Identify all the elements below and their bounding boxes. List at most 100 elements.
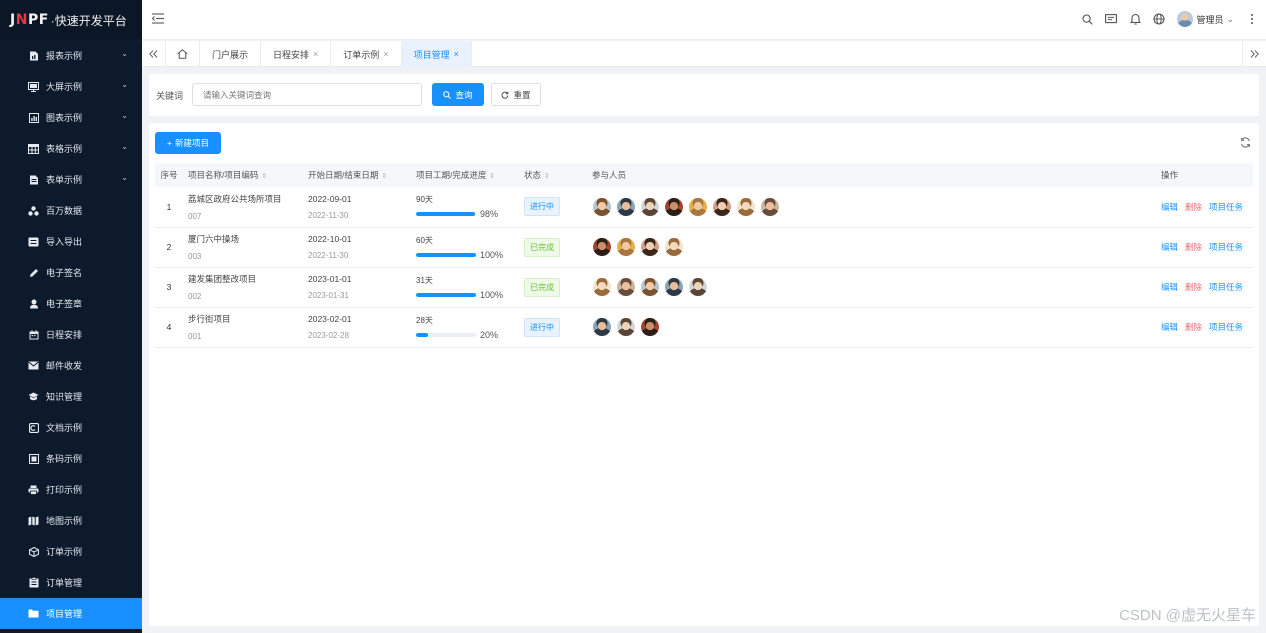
- participant-avatar[interactable]: [640, 277, 660, 297]
- edit-link[interactable]: 编辑: [1161, 321, 1178, 333]
- sidebar-item-15[interactable]: 打印示例: [0, 474, 142, 505]
- sort-icon[interactable]: ⇕: [261, 173, 267, 180]
- chevron-down-icon[interactable]: ⌄: [121, 49, 128, 58]
- participant-avatar[interactable]: [616, 237, 636, 257]
- participant-avatar[interactable]: [736, 196, 756, 217]
- column-header[interactable]: 状态 ⇕: [519, 163, 587, 187]
- project-task-link[interactable]: 项目任务: [1209, 281, 1243, 293]
- close-icon[interactable]: ×: [313, 49, 318, 59]
- more-vertical-icon[interactable]: [1246, 13, 1258, 25]
- delete-link[interactable]: 删除: [1185, 281, 1202, 293]
- participant-avatar[interactable]: [664, 196, 684, 217]
- sidebar-item-6[interactable]: 百万数据: [0, 195, 142, 226]
- edit-link[interactable]: 编辑: [1161, 201, 1178, 213]
- home-tab-icon[interactable]: [166, 41, 200, 67]
- sidebar-item-label: 百万数据: [46, 206, 83, 216]
- project-code: 002: [188, 292, 202, 301]
- sidebar-item-1[interactable]: 报表示例 ⌄: [0, 40, 142, 71]
- app-logo[interactable]: JNPF ·快速开发平台: [0, 0, 142, 40]
- sort-icon[interactable]: ⇕: [544, 173, 550, 180]
- box-icon: [28, 546, 39, 557]
- query-button[interactable]: 查询: [432, 83, 484, 106]
- keyword-search-input[interactable]: [192, 83, 422, 106]
- tab-1[interactable]: 门户展示: [200, 41, 262, 67]
- sidebar-item-12[interactable]: 知识管理: [0, 381, 142, 412]
- end-date: 2022-11-30: [308, 210, 349, 220]
- participant-avatar[interactable]: [592, 277, 612, 297]
- chevron-down-icon[interactable]: ⌄: [121, 142, 128, 151]
- project-task-link[interactable]: 项目任务: [1209, 241, 1243, 253]
- message-icon[interactable]: [1105, 13, 1118, 25]
- participant-avatar[interactable]: [616, 317, 636, 337]
- project-code: 007: [188, 211, 202, 221]
- tab-scroll-right-icon[interactable]: [1242, 41, 1266, 67]
- delete-link[interactable]: 删除: [1185, 201, 1202, 213]
- participant-avatar[interactable]: [760, 196, 780, 217]
- column-header: 操作: [1156, 163, 1253, 187]
- sidebar-item-10[interactable]: 日程安排: [0, 319, 142, 350]
- refresh-icon[interactable]: [1240, 137, 1251, 150]
- participant-avatar[interactable]: [592, 237, 612, 257]
- participant-avatar[interactable]: [712, 196, 732, 217]
- close-icon[interactable]: ×: [383, 49, 388, 59]
- sidebar-item-7[interactable]: 导入导出: [0, 226, 142, 257]
- column-header: 参与人员: [587, 163, 1156, 187]
- tab-label: 项目管理: [413, 49, 450, 60]
- sidebar-item-3[interactable]: 图表示例 ⌄: [0, 102, 142, 133]
- tab-2[interactable]: 日程安排 ×: [261, 41, 332, 67]
- tab-4[interactable]: 项目管理 ×: [401, 41, 472, 67]
- new-project-button[interactable]: + 新建项目: [155, 132, 221, 154]
- delete-link[interactable]: 删除: [1185, 321, 1202, 333]
- participant-avatar[interactable]: [640, 317, 660, 337]
- delete-link[interactable]: 删除: [1185, 241, 1202, 253]
- sidebar-item-4[interactable]: 表格示例 ⌄: [0, 133, 142, 164]
- participant-avatar[interactable]: [640, 196, 660, 217]
- project-task-link[interactable]: 项目任务: [1209, 201, 1243, 213]
- user-menu[interactable]: 管理员 ⌄: [1177, 11, 1234, 27]
- column-header[interactable]: 项目工期/完成进度 ⇕: [411, 163, 519, 187]
- sidebar-item-13[interactable]: 文档示例: [0, 412, 142, 443]
- participant-avatar[interactable]: [592, 196, 612, 217]
- participant-avatar[interactable]: [616, 196, 636, 217]
- tab-3[interactable]: 订单示例 ×: [331, 41, 402, 67]
- project-task-link[interactable]: 项目任务: [1209, 321, 1243, 333]
- column-header[interactable]: 开始日期/结束日期 ⇕: [303, 163, 411, 187]
- sort-icon[interactable]: ⇕: [381, 173, 387, 180]
- sidebar-item-11[interactable]: 邮件收发: [0, 350, 142, 381]
- participant-avatar[interactable]: [664, 277, 684, 297]
- header-tools: 管理员 ⌄: [1081, 11, 1258, 27]
- progress-percent: 100%: [480, 249, 504, 260]
- sidebar-item-18[interactable]: 订单管理: [0, 567, 142, 598]
- collapse-menu-icon[interactable]: [151, 13, 164, 26]
- sort-icon[interactable]: ⇕: [489, 173, 495, 180]
- sidebar-item-5[interactable]: 表单示例 ⌄: [0, 164, 142, 195]
- chevron-down-icon[interactable]: ⌄: [121, 173, 128, 182]
- chevron-down-icon[interactable]: ⌄: [121, 80, 128, 89]
- edit-link[interactable]: 编辑: [1161, 281, 1178, 293]
- sidebar-item-14[interactable]: 条码示例: [0, 443, 142, 474]
- sidebar-item-16[interactable]: 地图示例: [0, 505, 142, 536]
- participant-avatar[interactable]: [688, 196, 708, 217]
- chevron-down-icon[interactable]: ⌄: [121, 111, 128, 120]
- globe-icon[interactable]: [1153, 13, 1165, 25]
- participant-avatar[interactable]: [688, 277, 708, 297]
- sidebar-item-2[interactable]: 大屏示例 ⌄: [0, 71, 142, 102]
- search-icon[interactable]: [1081, 13, 1093, 25]
- close-icon[interactable]: ×: [454, 49, 459, 59]
- participant-avatar[interactable]: [616, 277, 636, 297]
- sidebar-item-19[interactable]: 项目管理: [0, 598, 142, 629]
- edit-link[interactable]: 编辑: [1161, 241, 1178, 253]
- progress-bar: [416, 292, 476, 297]
- reset-button[interactable]: 重置: [491, 83, 541, 106]
- table-row: 3 建发集团整改项目 002 2023-01-01 2023-01-31 31天 100% 已…: [155, 267, 1253, 308]
- tab-scroll-left-icon[interactable]: [142, 41, 166, 67]
- participant-avatar[interactable]: [640, 237, 660, 257]
- participant-avatar[interactable]: [664, 237, 684, 257]
- participant-avatar[interactable]: [592, 317, 612, 337]
- sidebar-item-9[interactable]: 电子签章: [0, 288, 142, 319]
- sidebar-item-8[interactable]: 电子签名: [0, 257, 142, 288]
- bell-icon[interactable]: [1129, 13, 1141, 25]
- column-header[interactable]: 项目名称/项目编码 ⇕: [183, 163, 303, 187]
- sidebar-item-17[interactable]: 订单示例: [0, 536, 142, 567]
- project-duration: 60天: [416, 235, 433, 245]
